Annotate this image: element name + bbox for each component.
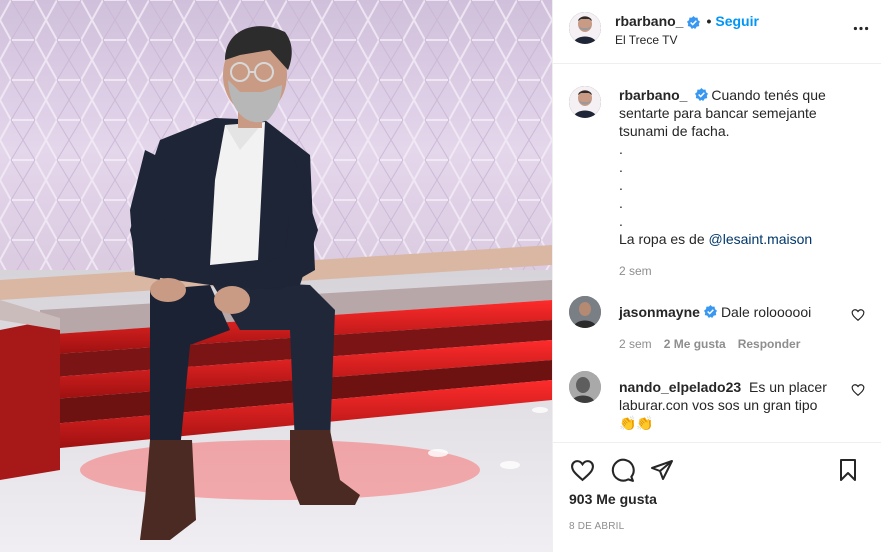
comments-list[interactable]: rbarbano_ Cuando tenés que sentarte para… — [553, 64, 881, 442]
studio-photo-illustration — [0, 0, 552, 552]
caption-line-1: Cuando tenés que — [711, 87, 826, 103]
action-icons — [569, 443, 865, 493]
comment-like-icon[interactable] — [851, 383, 865, 397]
separator-dot: • — [706, 13, 712, 29]
post-header: rbarbano_ • Seguir El Trece TV — [553, 0, 881, 64]
comment-item: nando_elpelado23 Es un placer laburar.co… — [569, 371, 865, 432]
share-icon[interactable] — [649, 457, 675, 483]
verified-badge-icon — [695, 87, 709, 101]
caption-line-8: . — [619, 213, 623, 229]
heart-icon[interactable] — [569, 457, 595, 483]
comment-avatar[interactable] — [569, 371, 601, 403]
verified-badge-icon — [687, 15, 701, 29]
caption-line-4: . — [619, 141, 623, 157]
comment-username[interactable]: jasonmayne — [619, 304, 700, 320]
comment-message-line-1: Es un placer — [749, 379, 827, 395]
comment-message-line-2: laburar.con vos sos un gran tipo — [619, 397, 818, 413]
caption-text: rbarbano_ Cuando tenés que sentarte para… — [619, 86, 826, 248]
bookmark-icon[interactable] — [835, 457, 861, 483]
author-avatar-image — [569, 12, 601, 44]
caption-avatar-image — [569, 86, 601, 118]
post-side-panel: rbarbano_ • Seguir El Trece TV rbarbano_… — [552, 0, 881, 552]
caption-last-prefix: La ropa es de — [619, 231, 709, 247]
comment-body: nando_elpelado23 Es un placer laburar.co… — [619, 378, 827, 432]
comment-avatar-image — [569, 371, 601, 403]
more-options-icon[interactable] — [851, 18, 871, 38]
comment-text: jasonmayne Dale roloooooi — [619, 303, 811, 321]
comment-avatar[interactable] — [569, 296, 601, 328]
caption-line-5: . — [619, 159, 623, 175]
post-actions: 903 Me gusta 8 DE ABRIL — [553, 442, 881, 532]
verified-badge-icon — [703, 304, 717, 318]
comment-like-icon[interactable] — [851, 308, 865, 322]
likes-count[interactable]: 903 Me gusta — [569, 491, 865, 507]
caption-body: rbarbano_ Cuando tenés que sentarte para… — [619, 86, 826, 280]
caption-line-3: tsunami de facha. — [619, 123, 730, 139]
comment-item: jasonmayne Dale roloooooi 2 sem 2 Me gus… — [569, 296, 865, 353]
comment-body: jasonmayne Dale roloooooi 2 sem 2 Me gus… — [619, 303, 811, 353]
comment-meta: 2 sem 2 Me gusta Responder — [619, 335, 811, 353]
caption-line-7: . — [619, 195, 623, 211]
post-location[interactable]: El Trece TV — [615, 33, 759, 47]
reply-button[interactable]: Responder — [738, 335, 801, 353]
caption-line-6: . — [619, 177, 623, 193]
comment-text: nando_elpelado23 Es un placer laburar.co… — [619, 378, 827, 432]
comment-likes-count[interactable]: 2 Me gusta — [664, 335, 726, 353]
caption-meta: 2 sem — [619, 262, 826, 280]
author-username[interactable]: rbarbano_ — [615, 12, 683, 30]
caption-last-line: La ropa es de @lesaint.maison — [619, 230, 826, 248]
caption-line-2: sentarte para bancar semejante — [619, 105, 817, 121]
caption-mention-link[interactable]: @lesaint.maison — [709, 231, 813, 247]
author-avatar[interactable] — [569, 12, 601, 44]
comment-avatar-image — [569, 296, 601, 328]
comment-emoji: 👏👏 — [619, 415, 654, 431]
comment-timestamp[interactable]: 2 sem — [619, 335, 652, 353]
post-date[interactable]: 8 DE ABRIL — [569, 521, 865, 532]
comment-icon[interactable] — [609, 457, 635, 483]
caption-author-avatar[interactable] — [569, 86, 601, 118]
comment-message: Dale roloooooi — [720, 304, 812, 320]
header-text: rbarbano_ • Seguir El Trece TV — [615, 12, 759, 47]
caption-timestamp[interactable]: 2 sem — [619, 262, 652, 280]
post-photo[interactable] — [0, 0, 552, 552]
follow-button[interactable]: Seguir — [715, 12, 759, 30]
comment-username[interactable]: nando_elpelado23 — [619, 379, 741, 395]
caption-author-username[interactable]: rbarbano_ — [619, 87, 687, 103]
caption-item: rbarbano_ Cuando tenés que sentarte para… — [569, 86, 865, 280]
